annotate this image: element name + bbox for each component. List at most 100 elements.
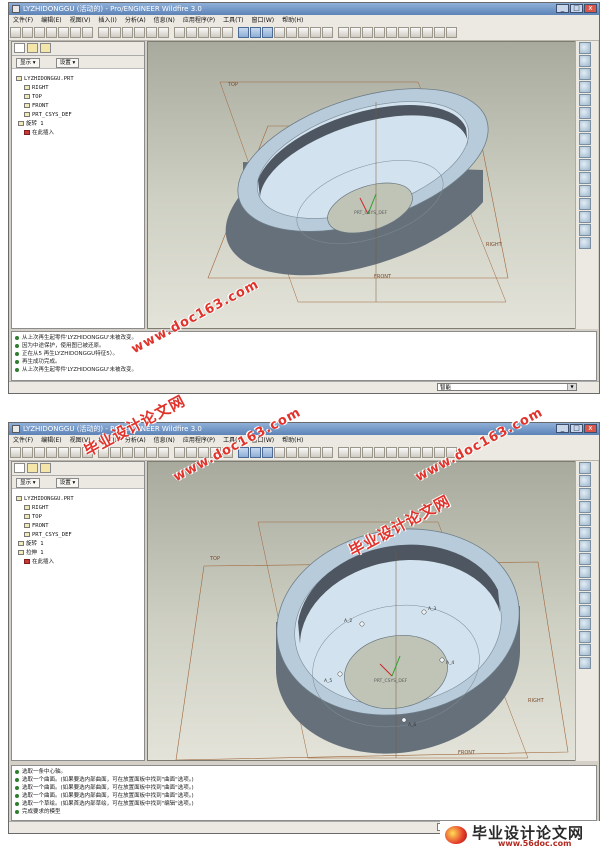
cad-toolbar-icon[interactable] [46,27,57,38]
bolt-hole[interactable] [421,609,427,615]
cad-toolbar-icon[interactable] [250,447,261,458]
datum-feature-icon[interactable] [579,527,591,539]
tree-node[interactable]: 旋转 1 [16,540,144,549]
model-tree-tab-icon[interactable] [14,43,25,53]
close-button[interactable]: x [584,4,597,13]
cad-toolbar-icon[interactable] [362,447,373,458]
datum-feature-icon[interactable] [579,172,591,184]
bolt-hole[interactable] [359,621,365,627]
datum-feature-icon[interactable] [579,501,591,513]
bolt-hole[interactable] [401,717,407,723]
folder-tab-icon[interactable] [27,43,38,53]
favorites-tab-icon[interactable] [40,43,51,53]
cad-toolbar-icon[interactable] [98,27,109,38]
tree-node[interactable]: LYZHIDONGGU.PRT [16,495,144,504]
cad-toolbar-icon[interactable] [134,447,145,458]
datum-feature-icon[interactable] [579,55,591,67]
cad-toolbar-icon[interactable] [262,27,273,38]
cad-toolbar-icon[interactable] [82,27,93,38]
cad-toolbar-icon[interactable] [398,447,409,458]
cad-toolbar-icon[interactable] [186,27,197,38]
cad-toolbar-icon[interactable] [362,27,373,38]
datum-feature-icon[interactable] [579,475,591,487]
minimize-button[interactable]: _ [556,424,569,433]
cad-toolbar-icon[interactable] [298,447,309,458]
cad-toolbar-icon[interactable] [122,27,133,38]
cad-toolbar-icon[interactable] [146,447,157,458]
cad-toolbar-icon[interactable] [158,27,169,38]
datum-feature-icon[interactable] [579,566,591,578]
cad-toolbar-icon[interactable] [134,27,145,38]
cad-toolbar-icon[interactable] [222,27,233,38]
cad-toolbar-icon[interactable] [262,447,273,458]
tree-node[interactable]: 在此插入 [16,129,144,138]
cad-toolbar-icon[interactable] [238,27,249,38]
show-dropdown[interactable]: 显示 ▾ [16,478,40,488]
cad-toolbar-icon[interactable] [70,27,81,38]
cad-toolbar-icon[interactable] [374,447,385,458]
graphics-area[interactable]: TOP RIGHT FRONT PRT_CSYS_DEF [147,41,577,329]
datum-feature-icon[interactable] [579,185,591,197]
cad-toolbar-icon[interactable] [410,447,421,458]
settings-dropdown[interactable]: 设置 ▾ [55,58,80,68]
tree-node[interactable]: 在此插入 [16,558,144,567]
datum-feature-icon[interactable] [579,514,591,526]
datum-feature-icon[interactable] [579,42,591,54]
tree-node[interactable]: PRT_CSYS_DEF [16,531,144,540]
datum-feature-icon[interactable] [579,579,591,591]
model-tree-tab-icon[interactable] [14,463,25,473]
datum-feature-icon[interactable] [579,133,591,145]
datum-feature-icon[interactable] [579,211,591,223]
datum-feature-icon[interactable] [579,198,591,210]
bolt-hole[interactable] [439,657,445,663]
datum-feature-icon[interactable] [579,592,591,604]
datum-feature-icon[interactable] [579,120,591,132]
tree-node[interactable]: PRT_CSYS_DEF [16,111,144,120]
cad-toolbar-icon[interactable] [122,447,133,458]
cad-toolbar-icon[interactable] [198,27,209,38]
tree-node[interactable]: RIGHT [16,84,144,93]
cad-toolbar-icon[interactable] [22,27,33,38]
cad-toolbar-icon[interactable] [174,447,185,458]
cad-toolbar-icon[interactable] [70,447,81,458]
bolt-hole[interactable] [337,671,343,677]
cad-toolbar-icon[interactable] [146,27,157,38]
minimize-button[interactable]: _ [556,4,569,13]
tree-node[interactable]: FRONT [16,102,144,111]
datum-feature-icon[interactable] [579,94,591,106]
cad-toolbar-icon[interactable] [350,447,361,458]
tree-node[interactable]: TOP [16,93,144,102]
tree-node[interactable]: FRONT [16,522,144,531]
datum-feature-icon[interactable] [579,107,591,119]
cad-toolbar-icon[interactable] [322,27,333,38]
favorites-tab-icon[interactable] [40,463,51,473]
cad-toolbar-icon[interactable] [210,27,221,38]
cad-toolbar-icon[interactable] [34,27,45,38]
cad-toolbar-icon[interactable] [386,447,397,458]
maximize-button[interactable]: □ [570,4,583,13]
maximize-button[interactable]: □ [570,424,583,433]
tree-node[interactable]: RIGHT [16,504,144,513]
tree-node[interactable]: LYZHIDONGGU.PRT [16,75,144,84]
cad-toolbar-icon[interactable] [286,27,297,38]
cad-toolbar-icon[interactable] [58,447,69,458]
tree-node[interactable]: TOP [16,513,144,522]
datum-feature-icon[interactable] [579,237,591,249]
cad-toolbar-icon[interactable] [158,447,169,458]
cad-toolbar-icon[interactable] [422,447,433,458]
cad-toolbar-icon[interactable] [34,447,45,458]
cad-toolbar-icon[interactable] [446,27,457,38]
cad-toolbar-icon[interactable] [250,27,261,38]
cad-toolbar-icon[interactable] [338,447,349,458]
cad-toolbar-icon[interactable] [298,27,309,38]
cad-toolbar-icon[interactable] [322,447,333,458]
cad-toolbar-icon[interactable] [338,27,349,38]
cad-toolbar-icon[interactable] [310,447,321,458]
cad-toolbar-icon[interactable] [10,447,21,458]
datum-feature-icon[interactable] [579,605,591,617]
datum-feature-icon[interactable] [579,488,591,500]
cad-toolbar-icon[interactable] [422,27,433,38]
folder-tab-icon[interactable] [27,463,38,473]
graphics-area[interactable]: TOP RIGHT FRONT PRT_CSYS_DEF A_2 A_3 A_4… [147,461,577,761]
datum-feature-icon[interactable] [579,644,591,656]
